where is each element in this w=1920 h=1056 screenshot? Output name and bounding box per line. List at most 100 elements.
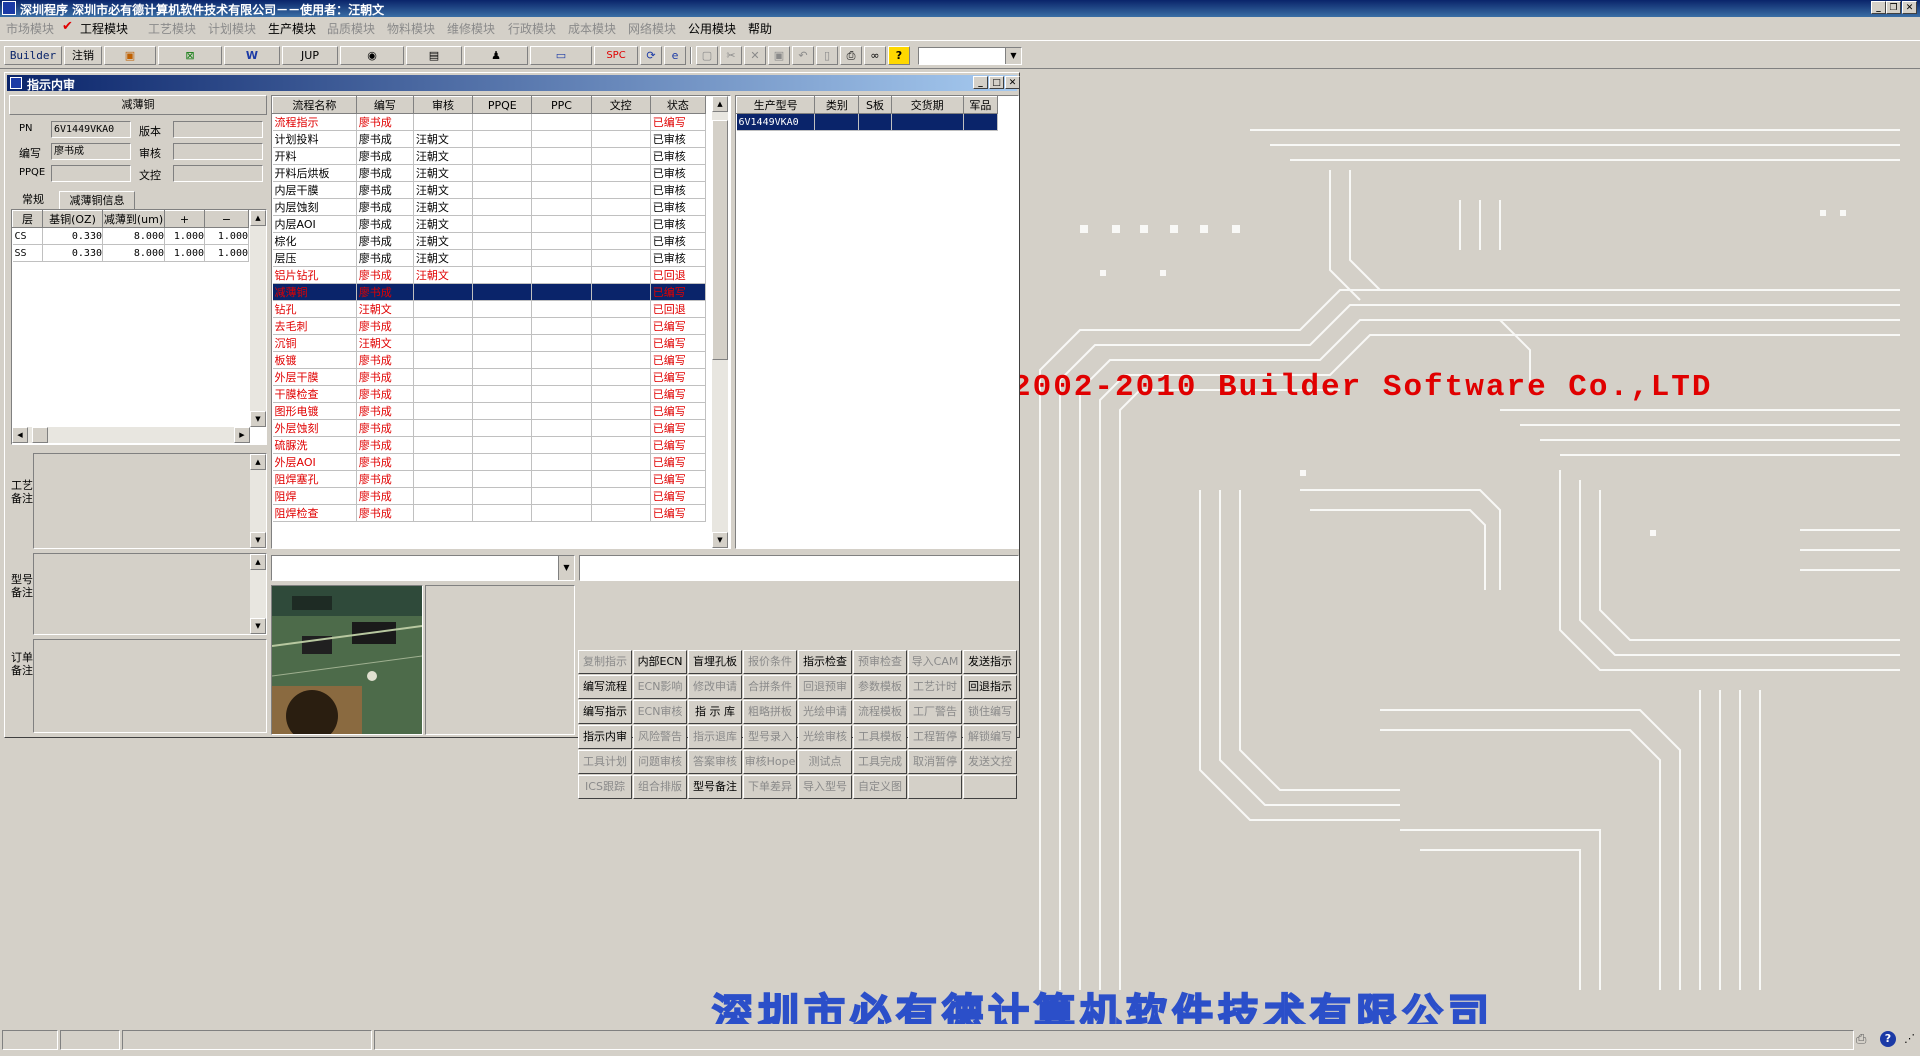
thin-to-col-header[interactable]: 减薄到(um) xyxy=(102,210,165,228)
minimize-button[interactable]: _ xyxy=(1871,1,1886,14)
action-button[interactable]: 工厂警告 xyxy=(908,700,962,724)
scroll-right-icon[interactable]: ▶ xyxy=(234,427,250,443)
scroll-up-icon[interactable]: ▲ xyxy=(712,96,728,112)
action-button[interactable]: 编写流程 xyxy=(578,675,632,699)
flow-row[interactable]: 棕化 廖书成 汪朝文 已审核 xyxy=(272,232,707,250)
model-col-header[interactable]: S板 xyxy=(858,96,892,114)
order-note-field[interactable] xyxy=(33,639,267,733)
flow-row[interactable]: 阻焊 廖书成 已编写 xyxy=(272,487,707,505)
flow-row[interactable]: 外层AOI 廖书成 已编写 xyxy=(272,453,707,471)
menu-material[interactable]: 物料模块 xyxy=(387,20,435,37)
toolbar-combo[interactable]: ▼ xyxy=(918,47,1022,65)
menu-process[interactable]: 工艺模块 xyxy=(148,20,196,37)
action-button[interactable]: 自定义图 xyxy=(853,775,907,799)
flow-row[interactable]: 计划投料 廖书成 汪朝文 已审核 xyxy=(272,130,707,148)
action-button[interactable]: 下单差异 xyxy=(743,775,797,799)
action-button[interactable]: 编写指示 xyxy=(578,700,632,724)
delete-icon[interactable]: ✕ xyxy=(744,46,766,65)
scroll-down-icon[interactable]: ▼ xyxy=(250,532,266,548)
help-icon[interactable]: ? xyxy=(888,46,910,65)
action-button[interactable]: 合拼条件 xyxy=(743,675,797,699)
flow-row[interactable]: 板镀 廖书成 已编写 xyxy=(272,351,707,369)
flow-row[interactable]: 开料后烘板 廖书成 汪朝文 已审核 xyxy=(272,164,707,182)
action-button[interactable]: 锁住编写 xyxy=(963,700,1017,724)
flow-row[interactable]: 外层蚀刻 廖书成 已编写 xyxy=(272,419,707,437)
help-tray-icon[interactable]: ? xyxy=(1880,1031,1896,1047)
child-minimize-button[interactable]: _ xyxy=(973,76,988,89)
flow-row[interactable]: 内层干膜 廖书成 汪朝文 已审核 xyxy=(272,181,707,199)
action-button[interactable]: 粗略拼板 xyxy=(743,700,797,724)
action-button[interactable]: ICS跟踪 xyxy=(578,775,632,799)
flow-row[interactable]: 阻焊塞孔 廖书成 已编写 xyxy=(272,470,707,488)
book-icon[interactable]: ▤ xyxy=(406,46,462,65)
action-button[interactable]: 复制指示 xyxy=(578,650,632,674)
action-button[interactable]: 工具计划 xyxy=(578,750,632,774)
excel-icon[interactable]: ⊠ xyxy=(158,46,222,65)
flow-col-header[interactable]: 状态 xyxy=(649,96,707,114)
new-icon[interactable]: ▢ xyxy=(696,46,718,65)
action-button[interactable]: 报价条件 xyxy=(743,650,797,674)
flow-combo[interactable]: ▼ xyxy=(271,555,575,581)
action-button[interactable]: 预审检查 xyxy=(853,650,907,674)
tab-general[interactable]: 常规 xyxy=(11,191,55,209)
flow-row[interactable]: 开料 廖书成 汪朝文 已审核 xyxy=(272,147,707,165)
action-button[interactable]: 取消暂停 xyxy=(908,750,962,774)
action-button[interactable]: 解锁编写 xyxy=(963,725,1017,749)
printer-setup-icon[interactable]: ▭ xyxy=(530,46,592,65)
menu-production[interactable]: 生产模块 xyxy=(268,20,316,37)
layer-row[interactable]: CS 0.330 8.000 1.000 1.000 xyxy=(12,227,249,245)
flow-col-header[interactable]: PPC xyxy=(531,96,592,114)
model-note-field[interactable]: ▲ ▼ xyxy=(33,553,267,635)
save-icon[interactable]: ▣ xyxy=(768,46,790,65)
action-button[interactable]: 导入型号 xyxy=(798,775,852,799)
flow-col-header[interactable]: 文控 xyxy=(590,96,651,114)
flow-row[interactable]: 干膜检查 廖书成 已编写 xyxy=(272,385,707,403)
print-icon[interactable]: ⎙ xyxy=(840,46,862,65)
process-note-vscroll[interactable]: ▲ ▼ xyxy=(250,454,266,548)
flow-row[interactable]: 去毛刺 廖书成 已编写 xyxy=(272,317,707,335)
action-button[interactable]: 指示内审 xyxy=(578,725,632,749)
flow-row[interactable]: 层压 廖书成 汪朝文 已审核 xyxy=(272,249,707,267)
process-note-field[interactable]: ▲ ▼ xyxy=(33,453,267,549)
eye-icon[interactable]: ◉ xyxy=(340,46,404,65)
flow-row[interactable]: 硫脲洗 廖书成 已编写 xyxy=(272,436,707,454)
flow-col-header[interactable]: 流程名称 xyxy=(272,96,357,114)
menu-common[interactable]: 公用模块 xyxy=(688,20,736,37)
scroll-left-icon[interactable]: ◀ xyxy=(12,427,28,443)
action-button[interactable]: 修改申请 xyxy=(688,675,742,699)
action-button[interactable]: ECN影响 xyxy=(633,675,687,699)
binoculars-icon[interactable]: ∞ xyxy=(864,46,886,65)
model-note-vscroll[interactable]: ▲ ▼ xyxy=(250,554,266,634)
chevron-down-icon[interactable]: ▼ xyxy=(558,556,574,580)
minus-col-header[interactable]: − xyxy=(204,210,249,228)
action-button[interactable]: 光绘申请 xyxy=(798,700,852,724)
model-col-header[interactable]: 交货期 xyxy=(890,96,964,114)
powerpoint-icon[interactable]: ▣ xyxy=(104,46,156,65)
scroll-down-icon[interactable]: ▼ xyxy=(712,532,728,548)
menu-maintenance[interactable]: 维修模块 xyxy=(447,20,495,37)
action-button[interactable]: 工艺计时 xyxy=(908,675,962,699)
chevron-down-icon[interactable]: ▼ xyxy=(1005,48,1021,64)
action-button[interactable]: 风险警告 xyxy=(633,725,687,749)
plus-col-header[interactable]: + xyxy=(164,210,205,228)
action-button[interactable]: 工具完成 xyxy=(853,750,907,774)
action-button[interactable]: 发送文控 xyxy=(963,750,1017,774)
flow-table-vscroll[interactable]: ▲ ▼ xyxy=(712,96,728,548)
scroll-down-icon[interactable]: ▼ xyxy=(250,618,266,634)
action-button[interactable]: 参数模板 xyxy=(853,675,907,699)
flow-row[interactable]: 图形电镀 廖书成 已编写 xyxy=(272,402,707,420)
action-button[interactable]: 审核Hope xyxy=(743,750,797,774)
flow-col-header[interactable]: PPQE xyxy=(472,96,533,114)
action-button[interactable]: 发送指示 xyxy=(963,650,1017,674)
reviewer-field[interactable] xyxy=(173,143,263,160)
action-button[interactable]: 答案审核 xyxy=(688,750,742,774)
model-row[interactable]: 6V1449VKA0 xyxy=(736,113,999,131)
scroll-thumb[interactable] xyxy=(32,427,48,443)
flow-row[interactable]: 钻孔 汪朝文 已回退 xyxy=(272,300,707,318)
builder-button[interactable]: Builder xyxy=(4,46,62,65)
resize-grip-icon[interactable]: ⋰ xyxy=(1904,1032,1915,1045)
preview-icon[interactable]: ▯ xyxy=(816,46,838,65)
refresh-icon[interactable]: ⟳ xyxy=(640,46,662,65)
action-button[interactable]: 导入CAM xyxy=(908,650,962,674)
flow-row[interactable]: 铝片钻孔 廖书成 汪朝文 已回退 xyxy=(272,266,707,284)
